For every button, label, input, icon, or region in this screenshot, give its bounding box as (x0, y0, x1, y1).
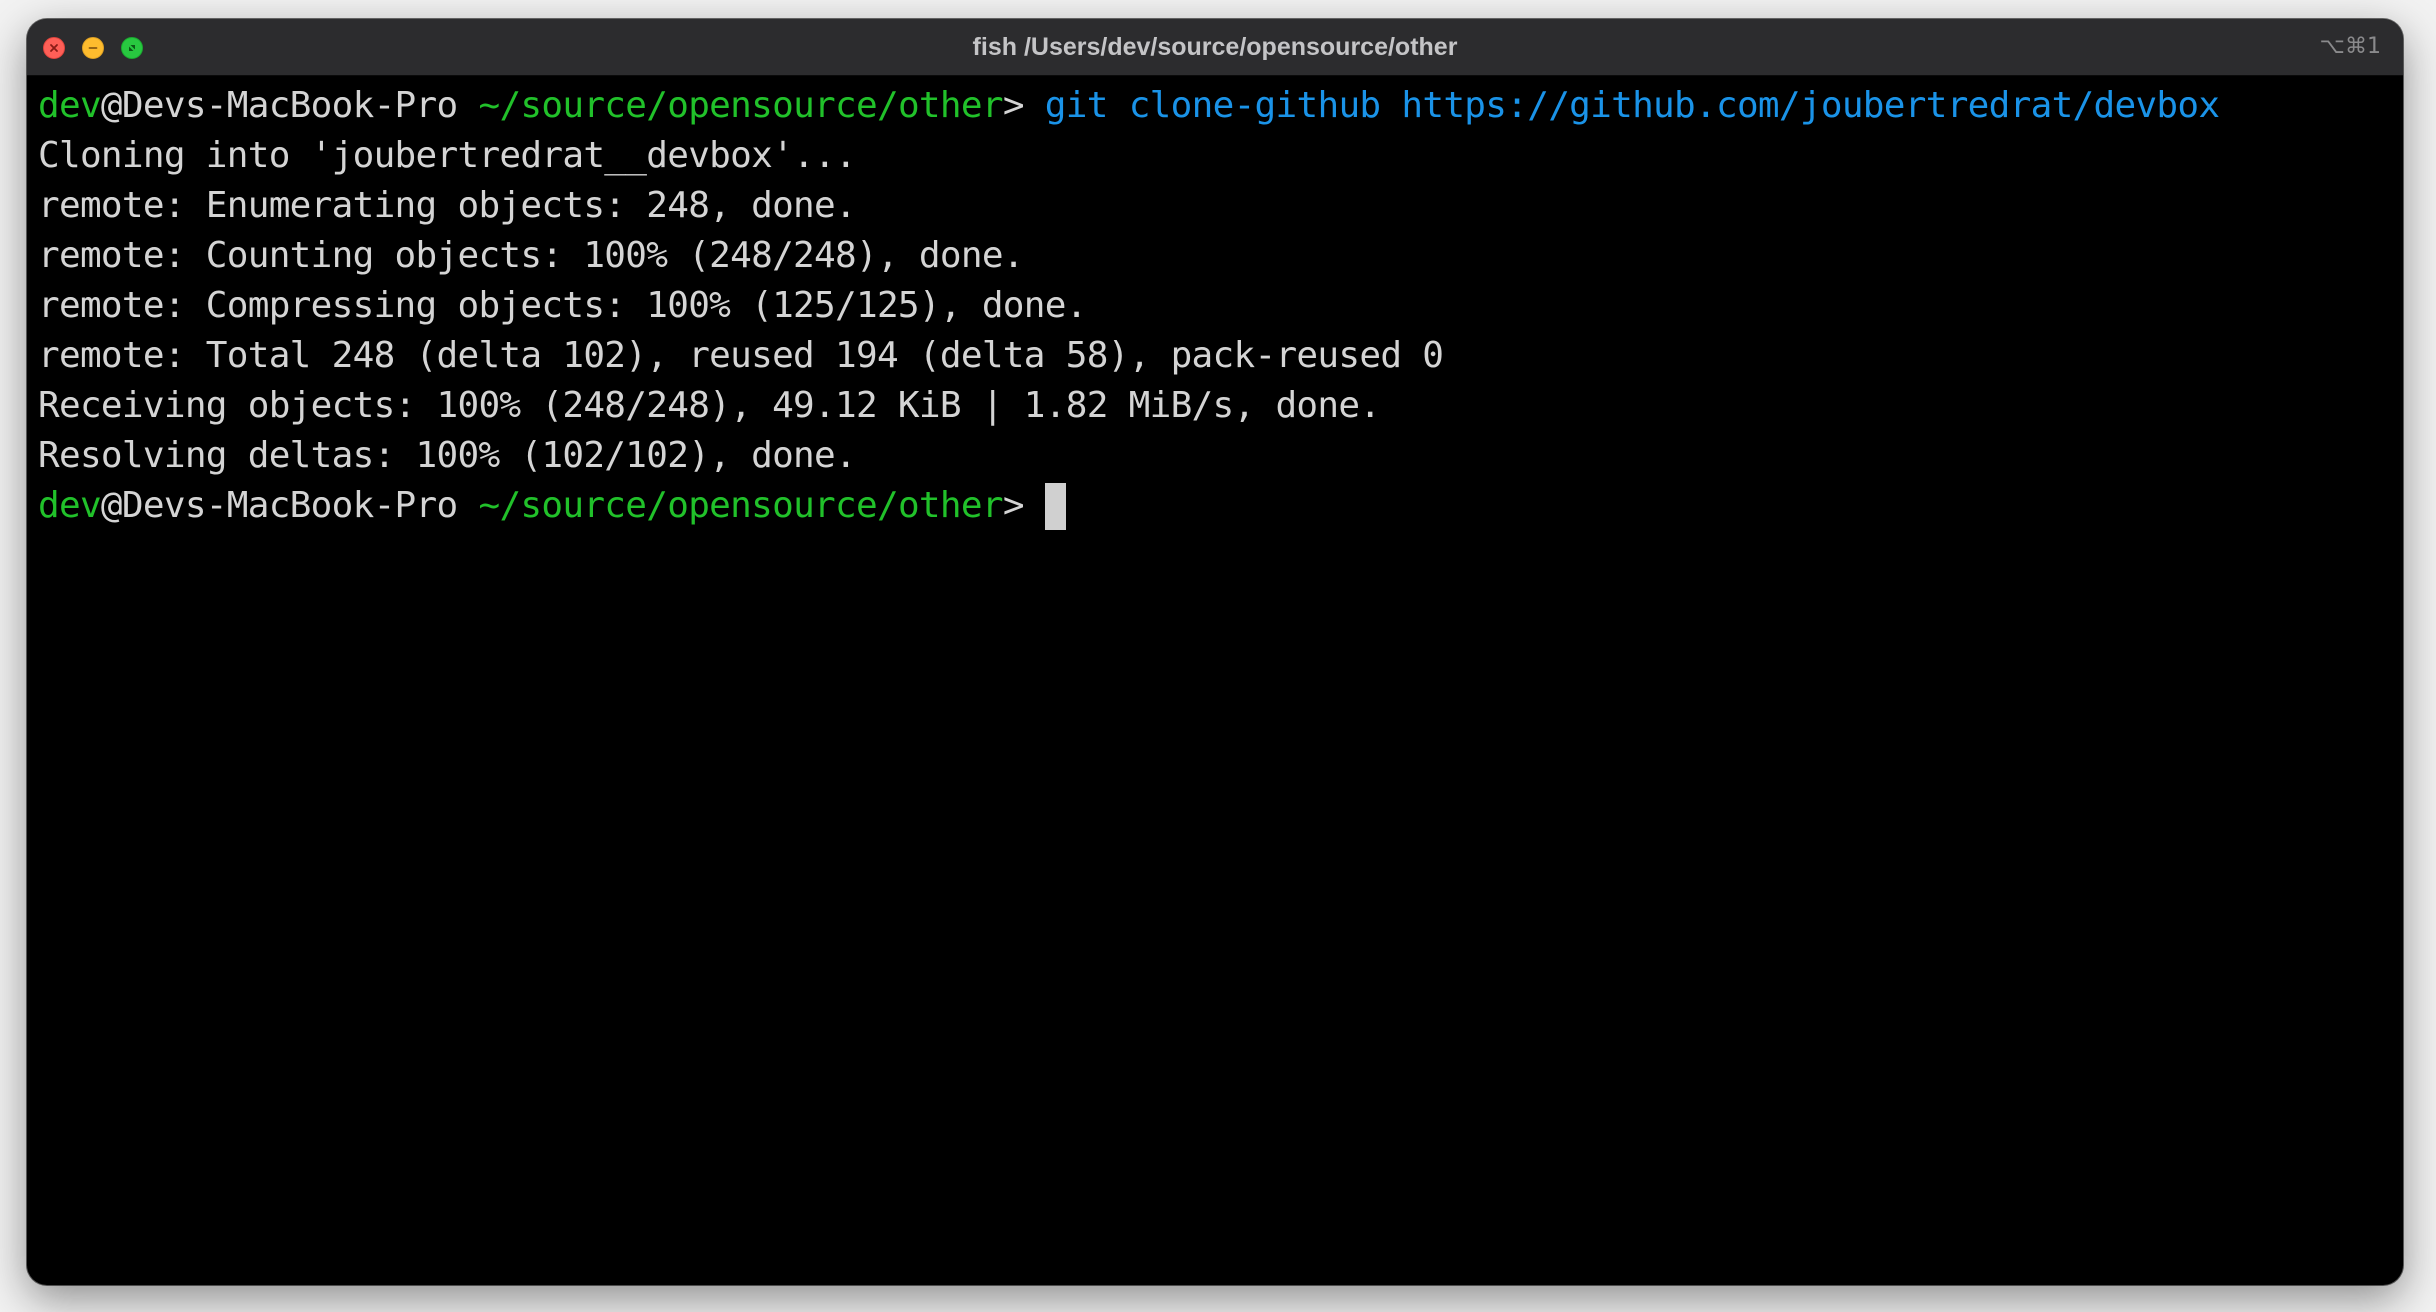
output-line: remote: Total 248 (delta 102), reused 19… (38, 335, 1444, 376)
prompt-path: ~/source/opensource/other (478, 485, 1003, 526)
prompt-symbol: > (1002, 485, 1025, 526)
command-argument: https://github.com/joubertredrat/devbox (1401, 85, 2220, 126)
window-title: fish /Users/dev/source/opensource/other (972, 33, 1458, 61)
output-line: remote: Counting objects: 100% (248/248)… (38, 235, 1024, 276)
prompt-host: @Devs-MacBook-Pro (100, 485, 458, 526)
text-cursor[interactable] (1044, 483, 1066, 530)
title-bar[interactable]: fish /Users/dev/source/opensource/other … (27, 19, 2403, 76)
prompt-path: ~/source/opensource/other (478, 85, 1003, 126)
output-line: Receiving objects: 100% (248/248), 49.12… (38, 385, 1381, 426)
command-program: git (1044, 85, 1109, 126)
output-line: Cloning into 'joubertredrat__devbox'... (38, 135, 857, 176)
prompt-user: dev (38, 85, 102, 126)
output-line: remote: Compressing objects: 100% (125/1… (38, 285, 1087, 326)
prompt-host: @Devs-MacBook-Pro (100, 85, 458, 126)
output-line: Resolving deltas: 100% (102/102), done. (38, 435, 857, 476)
terminal-content[interactable]: dev@Devs-MacBook-Pro ~/source/opensource… (38, 81, 2392, 1285)
terminal-window: fish /Users/dev/source/opensource/other … (27, 19, 2403, 1285)
command-subcommand: clone-github (1128, 85, 1381, 126)
active-prompt-line[interactable]: dev@Devs-MacBook-Pro ~/source/opensource… (38, 481, 2392, 531)
command-line: dev@Devs-MacBook-Pro ~/source/opensource… (38, 81, 2392, 131)
output-line: remote: Enumerating objects: 248, done. (38, 185, 857, 226)
window-shortcut: ⌥⌘1 (2319, 34, 2381, 59)
prompt-user: dev (38, 485, 102, 526)
prompt-symbol: > (1002, 85, 1025, 126)
